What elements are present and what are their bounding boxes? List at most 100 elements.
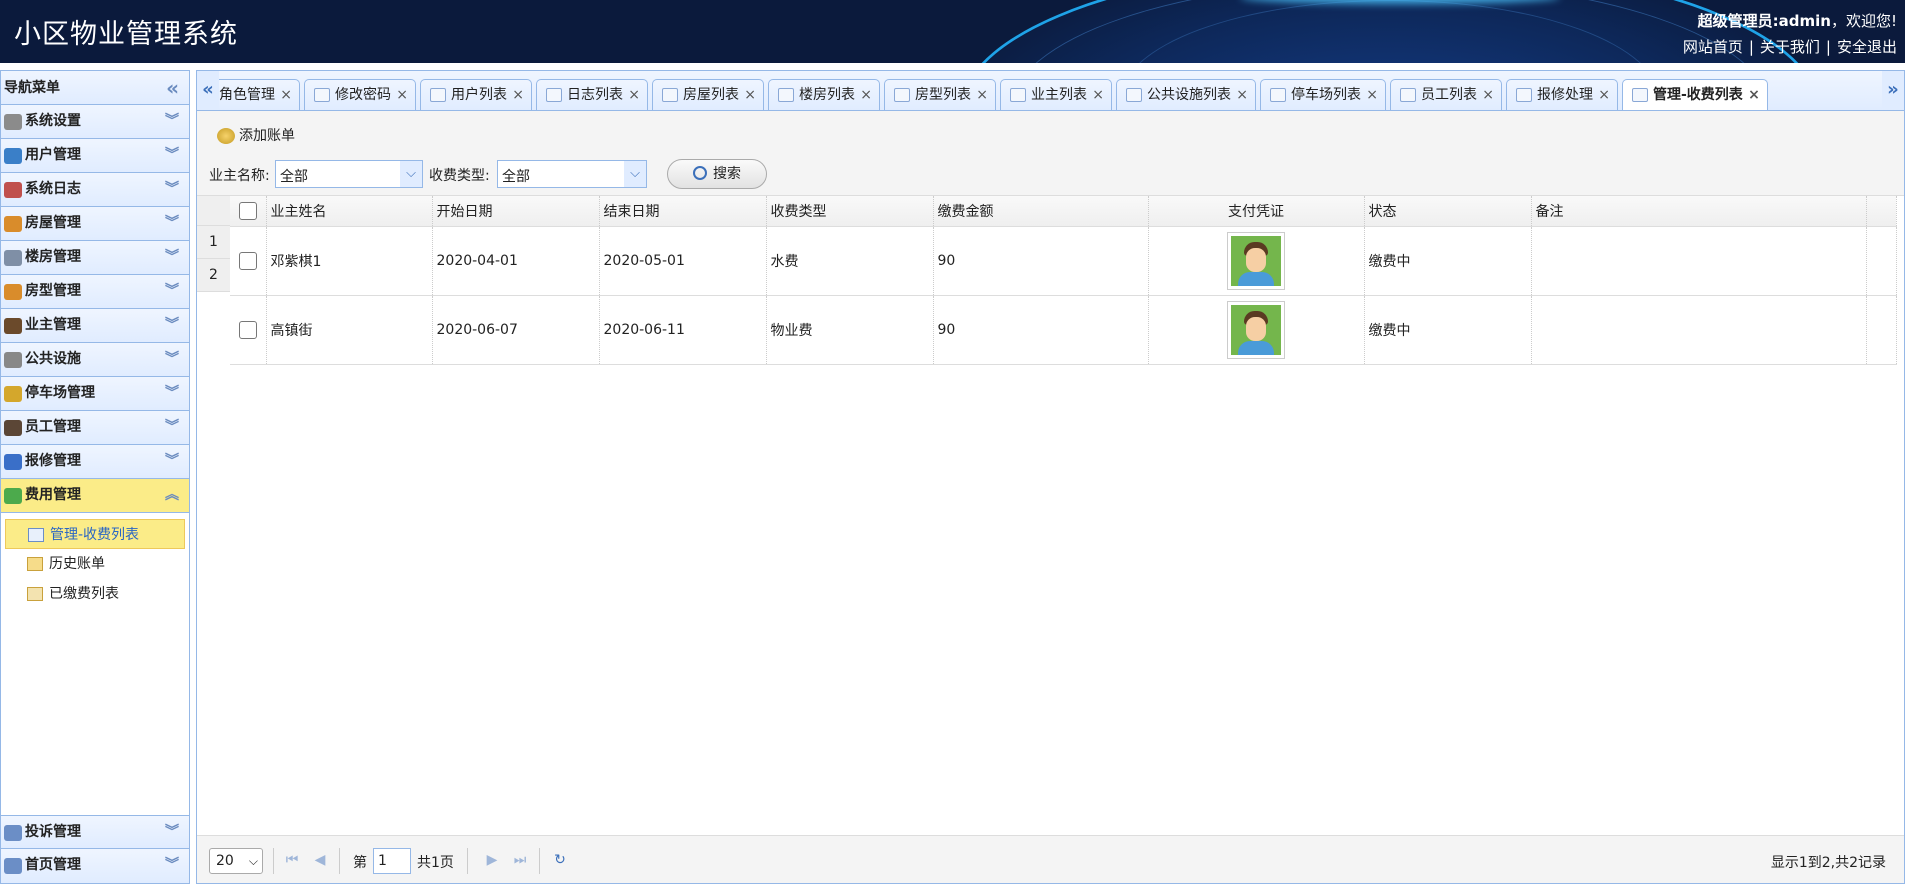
sub-item-paid-list[interactable]: 已缴费列表 — [5, 579, 185, 609]
col-header-end-date[interactable]: 结束日期 — [599, 196, 767, 227]
tab-0[interactable]: 角色管理 × — [219, 79, 300, 110]
col-header-status[interactable]: 状态 — [1364, 196, 1532, 227]
tab-scroll-right-icon[interactable]: » — [1882, 71, 1904, 110]
col-header-amount[interactable]: 缴费金额 — [933, 196, 1149, 227]
sub-item-history-bills[interactable]: 历史账单 — [5, 549, 185, 579]
close-icon[interactable]: × — [512, 80, 524, 110]
chevron-down-icon[interactable]: ⌵ — [400, 161, 422, 187]
menu-item-label: 费用管理 — [25, 487, 81, 503]
menu-item-gear[interactable]: 系统设置 ︾ — [1, 105, 189, 139]
tab-6[interactable]: 房型列表 × — [884, 79, 996, 110]
col-header-fee-type[interactable]: 收费类型 — [766, 196, 934, 227]
receipt-image[interactable] — [1227, 300, 1285, 359]
search-button[interactable]: 搜索 — [667, 159, 767, 189]
first-page-icon[interactable]: ⏮ — [281, 849, 303, 871]
sidebar-header: 导航菜单 « — [1, 71, 189, 105]
avatar-face — [1231, 235, 1281, 286]
link-about[interactable]: 关于我们 — [1760, 38, 1820, 56]
menu-item-log[interactable]: 系统日志 ︾ — [1, 173, 189, 207]
close-icon[interactable]: × — [744, 80, 756, 110]
tab-label: 用户列表 — [451, 87, 507, 103]
tab-label: 管理-收费列表 — [1653, 87, 1743, 103]
collapse-sidebar-icon[interactable]: « — [166, 71, 179, 105]
close-icon[interactable]: × — [1236, 80, 1248, 110]
close-icon[interactable]: × — [628, 80, 640, 110]
tab-1[interactable]: 修改密码 × — [304, 79, 416, 110]
menu-item-key[interactable]: 停车场管理 ︾ — [1, 377, 189, 411]
close-icon[interactable]: × — [860, 80, 872, 110]
close-icon[interactable]: × — [1092, 80, 1104, 110]
menu-item-building[interactable]: 楼房管理 ︾ — [1, 241, 189, 275]
col-header-note[interactable]: 备注 — [1531, 196, 1867, 227]
tab-3[interactable]: 日志列表 × — [536, 79, 648, 110]
page-number-input[interactable]: 1 — [373, 848, 411, 874]
menu-item-home-management[interactable]: 首页管理 ︾ — [1, 849, 189, 883]
tab-7[interactable]: 业主列表 × — [1000, 79, 1112, 110]
receipt-image[interactable] — [1227, 231, 1285, 290]
row-select-cell — [230, 226, 267, 296]
menu-item-users[interactable]: 用户管理 ︾ — [1, 139, 189, 173]
col-header-start-date[interactable]: 开始日期 — [432, 196, 600, 227]
menu-item-owner[interactable]: 业主管理 ︾ — [1, 309, 189, 343]
add-bill-button[interactable]: 添加账单 — [217, 123, 295, 149]
tab-label: 业主列表 — [1031, 87, 1087, 103]
link-home[interactable]: 网站首页 — [1683, 38, 1743, 56]
page-size-select[interactable]: 20 ⌵ — [209, 848, 263, 874]
row-checkbox[interactable] — [238, 320, 257, 339]
close-icon[interactable]: × — [976, 80, 988, 110]
chevron-down-icon: ⌵ — [248, 854, 258, 868]
last-page-icon[interactable]: ⏭ — [509, 849, 531, 871]
menu-item-house[interactable]: 房屋管理 ︾ — [1, 207, 189, 241]
close-icon[interactable]: × — [396, 80, 408, 110]
tab-8[interactable]: 公共设施列表 × — [1116, 79, 1256, 110]
menu-item-money[interactable]: 费用管理 ︽ — [1, 479, 189, 513]
owner-select-value: 全部 — [280, 169, 308, 185]
sidebar-bottom-menu: 投诉管理 ︾ 首页管理 ︾ — [1, 815, 189, 883]
chevron-down-icon[interactable]: ⌵ — [624, 161, 646, 187]
tab-9[interactable]: 停车场列表 × — [1260, 79, 1386, 110]
col-header-owner[interactable]: 业主姓名 — [266, 196, 433, 227]
sub-item-fee-list[interactable]: 管理-收费列表 — [5, 519, 185, 549]
close-icon[interactable]: × — [280, 80, 292, 110]
chevron-down-icon: ︾ — [165, 181, 179, 197]
table-row[interactable]: 邓紫棋1 2020-04-01 2020-05-01 水费 90 缴费中 — [230, 226, 1897, 296]
tab-4[interactable]: 房屋列表 × — [652, 79, 764, 110]
tab-2[interactable]: 用户列表 × — [420, 79, 532, 110]
cell-end-date: 2020-06-11 — [599, 295, 767, 365]
menu-item-label: 系统设置 — [25, 113, 81, 129]
tab-11[interactable]: 报修处理 × — [1506, 79, 1618, 110]
tab-5[interactable]: 楼房列表 × — [768, 79, 880, 110]
close-icon[interactable]: × — [1482, 80, 1494, 110]
chevron-down-icon: ︾ — [165, 147, 179, 163]
menu-item-repair[interactable]: 报修管理 ︾ — [1, 445, 189, 479]
tab-page-icon — [1010, 88, 1026, 102]
owner-select[interactable]: 全部 ⌵ — [275, 160, 423, 188]
col-header-receipt[interactable]: 支付凭证 — [1148, 196, 1365, 227]
search-label: 搜索 — [713, 166, 741, 182]
pager-separator — [539, 848, 540, 874]
tab-12[interactable]: 管理-收费列表 × — [1622, 79, 1768, 110]
menu-item-label: 楼房管理 — [25, 249, 81, 265]
link-logout[interactable]: 安全退出 — [1837, 38, 1897, 56]
tab-10[interactable]: 员工列表 × — [1390, 79, 1502, 110]
tab-scroll-left-icon[interactable]: « — [197, 71, 219, 110]
select-all-checkbox[interactable] — [238, 201, 257, 220]
fee-type-select[interactable]: 全部 ⌵ — [497, 160, 647, 188]
table-row[interactable]: 高镇街 2020-06-07 2020-06-11 物业费 90 缴费中 — [230, 295, 1897, 365]
cell-filler — [1866, 226, 1897, 296]
close-icon[interactable]: × — [1748, 80, 1760, 110]
avatar-shirt — [1238, 271, 1274, 286]
menu-item-staff[interactable]: 员工管理 ︾ — [1, 411, 189, 445]
menu-item-label: 系统日志 — [25, 181, 81, 197]
next-page-icon[interactable]: ▶ — [481, 849, 503, 871]
chevron-down-icon: ︾ — [165, 385, 179, 401]
prev-page-icon[interactable]: ◀ — [309, 849, 331, 871]
menu-item-house-type[interactable]: 房型管理 ︾ — [1, 275, 189, 309]
refresh-icon[interactable]: ↻ — [549, 849, 571, 871]
staff-icon — [4, 420, 22, 436]
menu-item-complaints[interactable]: 投诉管理 ︾ — [1, 815, 189, 849]
close-icon[interactable]: × — [1598, 80, 1610, 110]
close-icon[interactable]: × — [1366, 80, 1378, 110]
menu-item-tools[interactable]: 公共设施 ︾ — [1, 343, 189, 377]
row-checkbox[interactable] — [238, 251, 257, 270]
